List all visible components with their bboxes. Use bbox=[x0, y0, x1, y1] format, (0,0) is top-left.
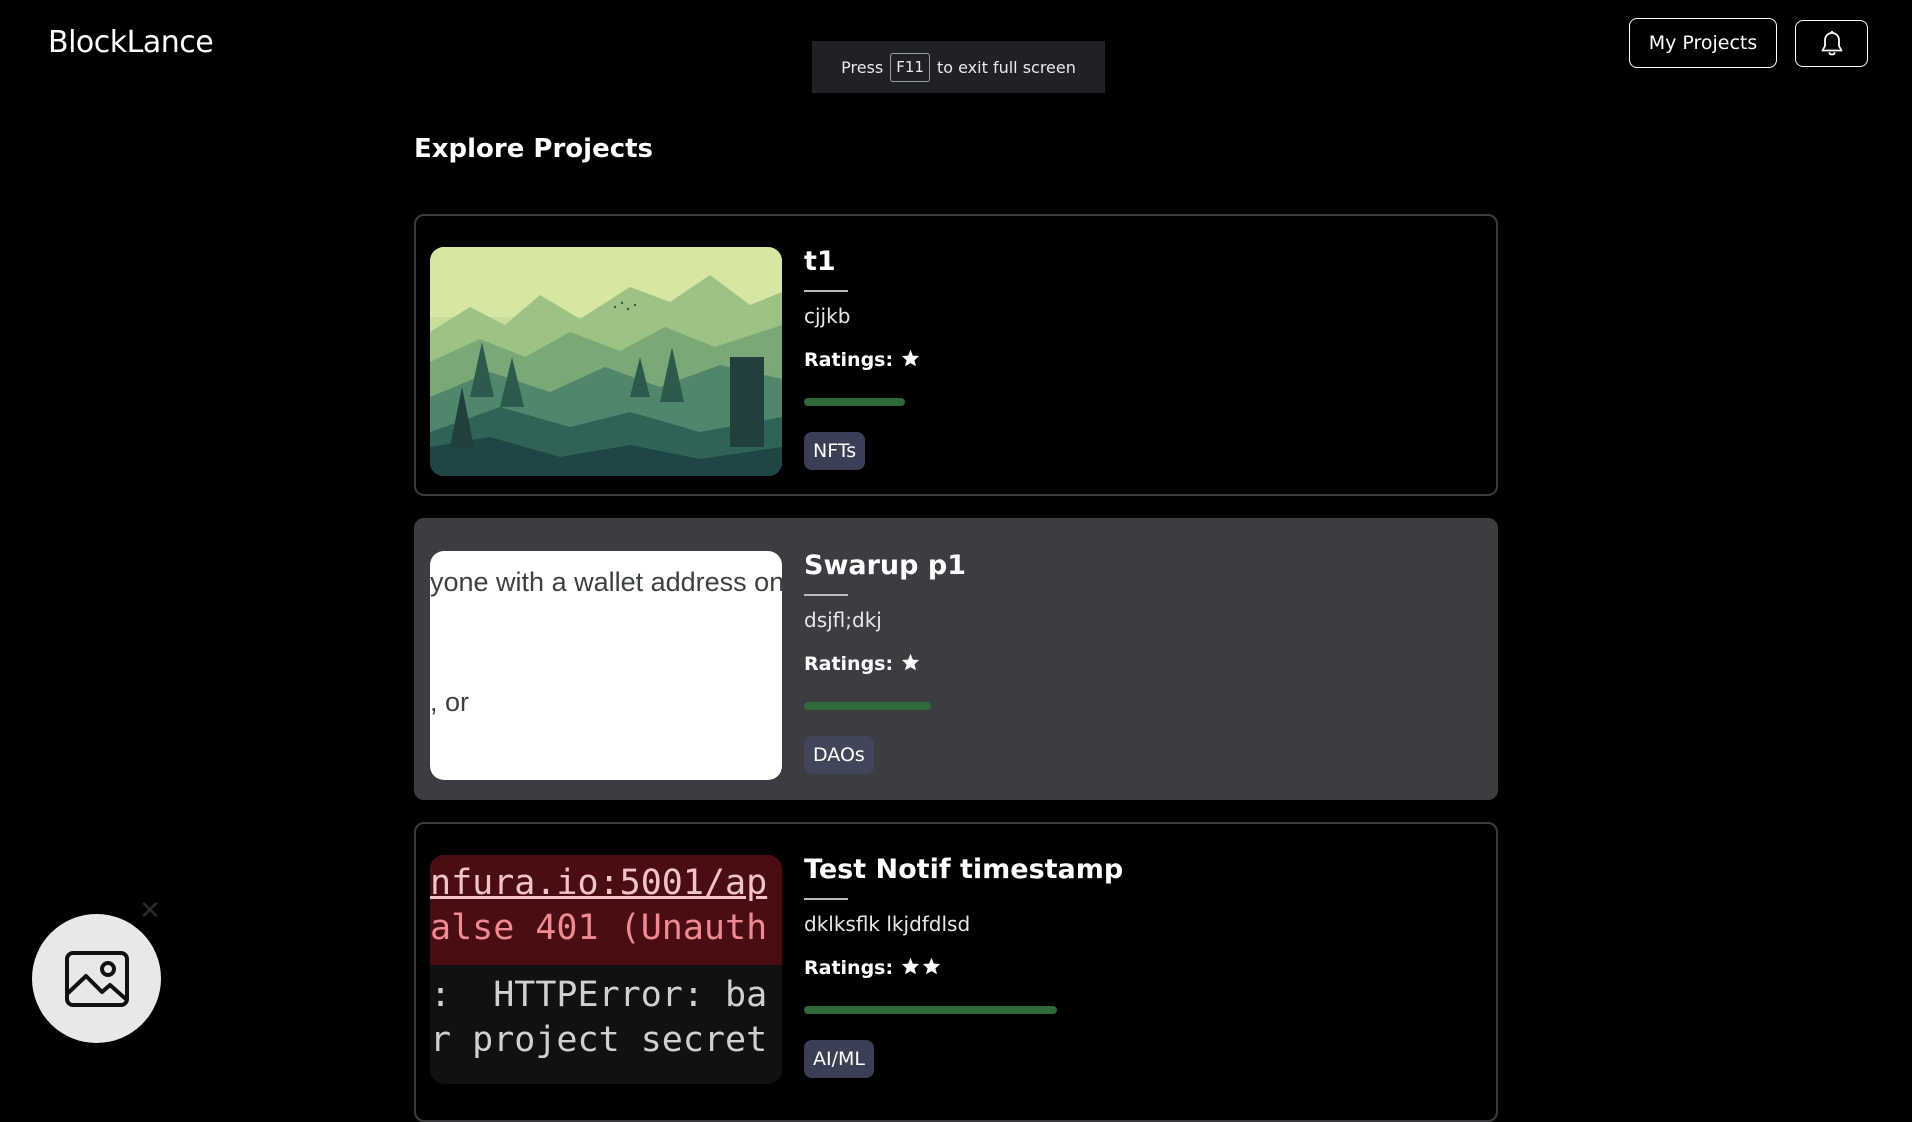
project-description: dklksflk lkjdfdlsd bbox=[804, 912, 971, 936]
thumbnail-text: r project secret bbox=[430, 1020, 768, 1060]
rating-stars bbox=[901, 349, 920, 371]
notifications-button[interactable] bbox=[1795, 20, 1868, 67]
ratings: Ratings: bbox=[804, 653, 920, 675]
project-card[interactable]: t1 cjjkb Ratings: NFTs bbox=[414, 214, 1498, 496]
image-widget-button[interactable] bbox=[32, 914, 161, 1043]
category-tag[interactable]: NFTs bbox=[804, 432, 866, 470]
category-tag[interactable]: AI/ML bbox=[804, 1040, 874, 1078]
project-title[interactable]: Test Notif timestamp bbox=[804, 854, 1123, 885]
my-projects-button[interactable]: My Projects bbox=[1629, 18, 1777, 68]
project-thumbnail: yone with a wallet address on , or bbox=[430, 551, 782, 780]
ratings-label: Ratings: bbox=[804, 653, 894, 675]
ratings-label: Ratings: bbox=[804, 349, 894, 371]
project-thumbnail: nfura.io:5001/ap alse 401 (Unauth : HTTP… bbox=[430, 855, 782, 1084]
ratings: Ratings: bbox=[804, 349, 920, 371]
fullscreen-key: F11 bbox=[890, 52, 930, 82]
fullscreen-notice: Press F11 to exit full screen bbox=[812, 41, 1105, 93]
brand-logo[interactable]: BlockLance bbox=[48, 25, 214, 60]
project-description: dsjfl;dkj bbox=[804, 608, 882, 632]
ratings: Ratings: bbox=[804, 957, 941, 979]
star-icon bbox=[901, 349, 920, 371]
star-icon bbox=[901, 957, 920, 979]
project-card[interactable]: nfura.io:5001/ap alse 401 (Unauth : HTTP… bbox=[414, 822, 1498, 1122]
thumbnail-text: : HTTPError: ba bbox=[430, 975, 768, 1015]
project-description: cjjkb bbox=[804, 304, 851, 328]
rating-stars bbox=[901, 653, 920, 675]
progress-bar bbox=[804, 702, 931, 710]
star-icon bbox=[922, 957, 941, 979]
title-divider bbox=[804, 290, 848, 292]
progress-bar bbox=[804, 398, 905, 406]
title-divider bbox=[804, 898, 848, 900]
project-card[interactable]: yone with a wallet address on , or Swaru… bbox=[414, 518, 1498, 800]
title-divider bbox=[804, 594, 848, 596]
fullscreen-notice-prefix: Press bbox=[841, 57, 884, 77]
page-title: Explore Projects bbox=[414, 134, 654, 164]
progress-bar bbox=[804, 1006, 1057, 1014]
image-icon bbox=[64, 950, 129, 1007]
close-icon[interactable]: ✕ bbox=[139, 896, 161, 926]
project-thumbnail bbox=[430, 247, 782, 476]
rating-stars bbox=[901, 957, 941, 979]
star-icon bbox=[901, 653, 920, 675]
ratings-label: Ratings: bbox=[804, 957, 894, 979]
thumbnail-text: , or bbox=[430, 687, 470, 717]
category-tag[interactable]: DAOs bbox=[804, 736, 874, 774]
fullscreen-notice-suffix: to exit full screen bbox=[936, 57, 1076, 77]
thumbnail-text: yone with a wallet address on bbox=[430, 567, 782, 597]
thumbnail-text: alse 401 (Unauth bbox=[430, 908, 768, 948]
project-title[interactable]: t1 bbox=[804, 246, 836, 277]
thumbnail-text: nfura.io:5001/ap bbox=[430, 863, 768, 903]
project-title[interactable]: Swarup p1 bbox=[804, 550, 966, 581]
bell-icon bbox=[1821, 30, 1842, 55]
